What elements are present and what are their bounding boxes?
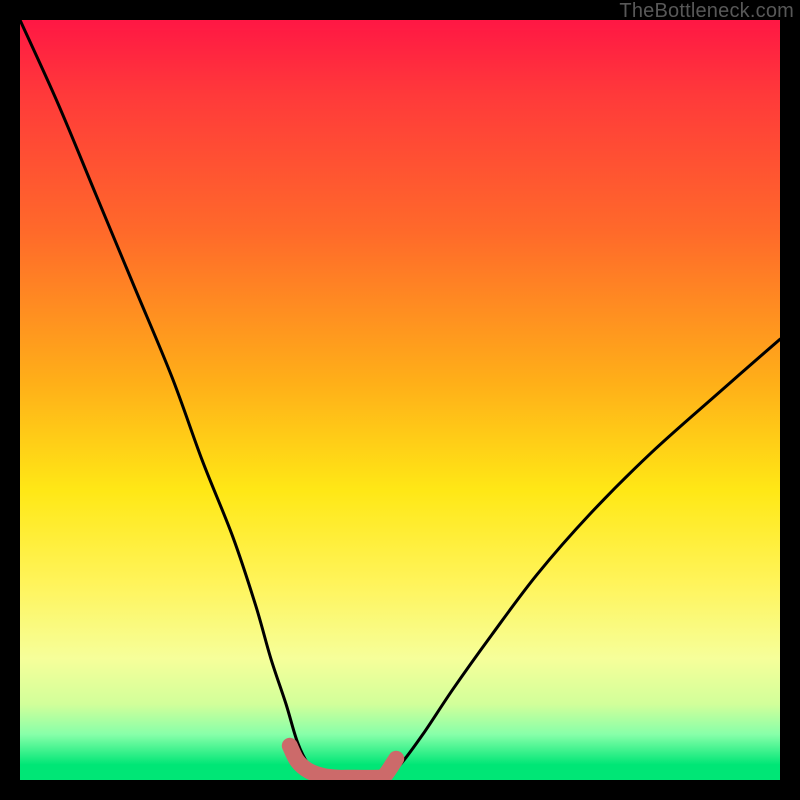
chart-svg [20,20,780,780]
optimal-range-highlight [290,746,396,778]
chart-plot-area [20,20,780,780]
chart-frame: TheBottleneck.com [0,0,800,800]
bottleneck-curve [20,20,780,778]
watermark-text: TheBottleneck.com [619,0,794,23]
